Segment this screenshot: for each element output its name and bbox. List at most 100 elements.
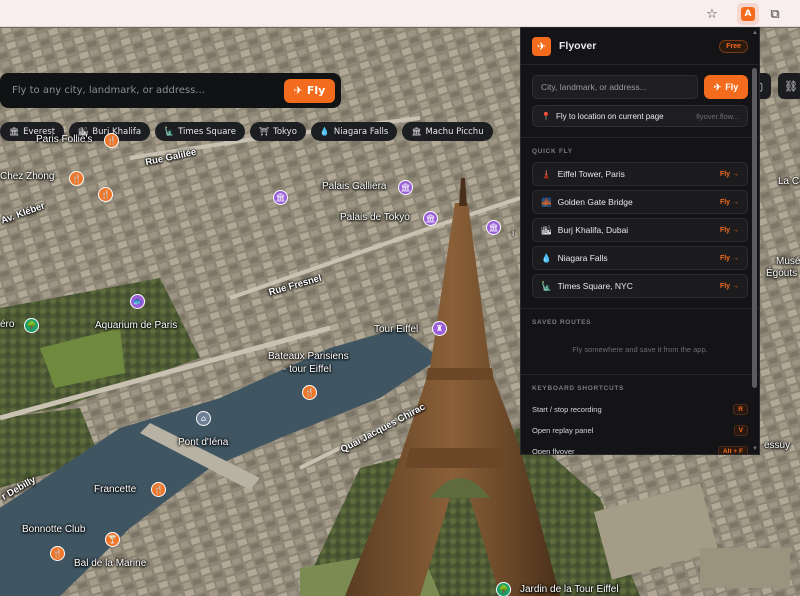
plane-icon: ✈: [713, 81, 722, 92]
map-pin-icon: 📍: [541, 111, 551, 121]
popup-fly-button[interactable]: ✈ Fly: [704, 75, 748, 99]
quick-fly-item[interactable]: 🗽 Times Square, NYC Fly →: [532, 274, 748, 298]
chip-label: Niagara Falls: [333, 126, 389, 137]
quick-fly-label: Times Square, NYC: [557, 281, 633, 291]
flyover-extension-button[interactable]: A: [737, 3, 759, 25]
restaurant-pin-icon[interactable]: 🍴: [50, 546, 65, 561]
fly-to-location-button[interactable]: 📍 Fly to location on current page flyove…: [532, 105, 748, 127]
quick-fly-label: Eiffel Tower, Paris: [557, 169, 625, 179]
extension-badge: A: [741, 7, 755, 21]
quick-fly-action: Fly →: [719, 198, 739, 206]
poi-label[interactable]: Chez Zhong: [0, 171, 54, 182]
popup-search-input[interactable]: City, landmark, or address...: [532, 75, 698, 99]
poi-label[interactable]: Paris Follie's: [36, 134, 92, 145]
shortcut-label: Open flyover: [532, 447, 575, 455]
ruins-icon: 🏛: [411, 127, 422, 136]
bridge-pin-icon[interactable]: ⌂: [196, 411, 211, 426]
quick-fly-item[interactable]: 💧 Niagara Falls Fly →: [532, 246, 748, 270]
museum-pin-icon[interactable]: 🏛: [486, 220, 501, 235]
restaurant-pin-icon[interactable]: 🍴: [69, 171, 84, 186]
poi-label[interactable]: Aquarium de Paris: [95, 320, 177, 331]
chip-label: Machu Picchu: [425, 126, 484, 137]
quick-fly-item[interactable]: 🗼 Eiffel Tower, Paris Fly →: [532, 162, 748, 186]
quick-fly-action: Fly →: [719, 170, 739, 178]
quick-fly-item[interactable]: 🏙 Burj Khalifa, Dubai Fly →: [532, 218, 748, 242]
map-search-bar[interactable]: Fly to any city, landmark, or address...…: [0, 73, 341, 108]
poi-label[interactable]: Bonnotte Club: [22, 524, 85, 535]
temple-icon: ⛩: [258, 127, 270, 136]
popup-header: ✈ Flyover Free: [521, 28, 759, 65]
map-fly-button[interactable]: ✈ Fly: [284, 78, 335, 103]
popup-search-section: City, landmark, or address... ✈ Fly 📍 Fl…: [521, 65, 759, 137]
shortcut-key: V: [733, 425, 748, 436]
poi-label[interactable]: Jardin de la Tour Eiffel: [520, 584, 619, 595]
bar-pin-icon[interactable]: 🍸: [105, 532, 120, 547]
scroll-down-icon[interactable]: ▼: [752, 446, 758, 452]
browser-toolbar: ☆ A ⧉: [0, 0, 800, 27]
quick-fly-label: Niagara Falls: [557, 253, 608, 263]
quick-fly-item[interactable]: 🌉 Golden Gate Bridge Fly →: [532, 190, 748, 214]
poi-label[interactable]: Bal de la Marine: [74, 558, 146, 569]
flyover-popup: ✈ Flyover Free City, landmark, or addres…: [520, 27, 760, 455]
saved-empty-text: Fly somewhere and save it from the app.: [572, 345, 708, 354]
shortcut-key: R: [733, 404, 748, 415]
park-pin-icon[interactable]: 🌳: [24, 318, 39, 333]
poi-label[interactable]: Palais Galliera: [322, 181, 386, 192]
museum-pin-icon[interactable]: 🏛: [423, 211, 438, 226]
poi-label[interactable]: Palais de Tokyo: [340, 212, 410, 223]
museum-pin-icon[interactable]: 🏛: [273, 190, 288, 205]
chip-times-square[interactable]: 🗽 Times Square: [155, 122, 245, 141]
poi-label: i: [512, 228, 515, 239]
aquarium-pin-icon[interactable]: 🐟: [130, 294, 145, 309]
park-pin-icon[interactable]: 🌳: [496, 582, 511, 596]
plane-logo-icon: ✈: [532, 36, 551, 56]
poi-label: essuy: [764, 440, 791, 451]
shortcut-row: Open replay panel V: [532, 420, 748, 441]
map-fly-label: Fly: [306, 84, 326, 97]
chip-niagara-falls[interactable]: 💧 Niagara Falls: [310, 122, 398, 141]
extensions-puzzle-icon[interactable]: ⧉: [764, 3, 786, 25]
quick-fly-action: Fly →: [719, 226, 739, 234]
quick-fly-action: Fly →: [719, 282, 739, 290]
museum-pin-icon[interactable]: 🏛: [398, 180, 413, 195]
restaurant-pin-icon[interactable]: 🍴: [104, 133, 119, 148]
city-icon: 🗽: [164, 127, 175, 136]
poi-label[interactable]: Tour Eiffel: [374, 324, 418, 335]
chip-label: Times Square: [178, 126, 236, 137]
shortcut-row: Start / stop recording R: [532, 399, 748, 420]
chip-tokyo[interactable]: ⛩ Tokyo: [249, 122, 306, 141]
section-title: QUICK FLY: [532, 148, 573, 155]
popup-scrollbar[interactable]: [752, 68, 757, 388]
link-icon[interactable]: ⛓: [778, 73, 800, 99]
building-icon: 🏛: [9, 127, 20, 136]
bridge-icon: 🌉: [541, 196, 552, 207]
shortcut-label: Open replay panel: [532, 426, 594, 435]
poi-label[interactable]: Pont d'Iéna: [178, 437, 228, 448]
poi-label[interactable]: Bateaux Parisiens: [268, 351, 349, 362]
restaurant-pin-icon[interactable]: 🍴: [151, 482, 166, 497]
quick-fly-action: Fly →: [719, 254, 739, 262]
restaurant-pin-icon[interactable]: 🍴: [302, 385, 317, 400]
poi-label: Égouts: [766, 268, 798, 279]
shortcut-key: Alt + F: [717, 446, 748, 454]
saved-routes-section: SAVED ROUTES Fly somewhere and save it f…: [521, 308, 759, 374]
bookmark-star-icon[interactable]: ☆: [701, 3, 723, 25]
chip-machu-picchu[interactable]: 🏛 Machu Picchu: [402, 122, 493, 141]
statue-icon: 🗽: [541, 280, 552, 291]
skyline-icon: 🏙: [541, 224, 552, 235]
plane-icon: ✈: [293, 84, 303, 97]
poi-label: Musé: [776, 256, 800, 267]
fly-location-label: Fly to location on current page: [555, 111, 664, 121]
current-host: flyover.flow...: [696, 111, 739, 121]
section-title: SAVED ROUTES: [532, 319, 592, 326]
poi-label[interactable]: - tour Eiffel: [283, 364, 331, 375]
poi-label[interactable]: Francette: [94, 484, 136, 495]
quick-fly-section: QUICK FLY 🗼 Eiffel Tower, Paris Fly → 🌉 Gol…: [521, 137, 759, 308]
poi-label: éro: [0, 319, 15, 330]
map-search-input[interactable]: Fly to any city, landmark, or address...: [12, 85, 284, 96]
scroll-up-icon[interactable]: ▲: [752, 30, 758, 36]
shortcuts-section: KEYBOARD SHORTCUTS Start / stop recordin…: [521, 374, 759, 455]
landmark-pin-icon[interactable]: ♜: [432, 321, 447, 336]
droplet-icon: 💧: [319, 127, 330, 136]
restaurant-pin-icon[interactable]: 🍴: [98, 187, 113, 202]
